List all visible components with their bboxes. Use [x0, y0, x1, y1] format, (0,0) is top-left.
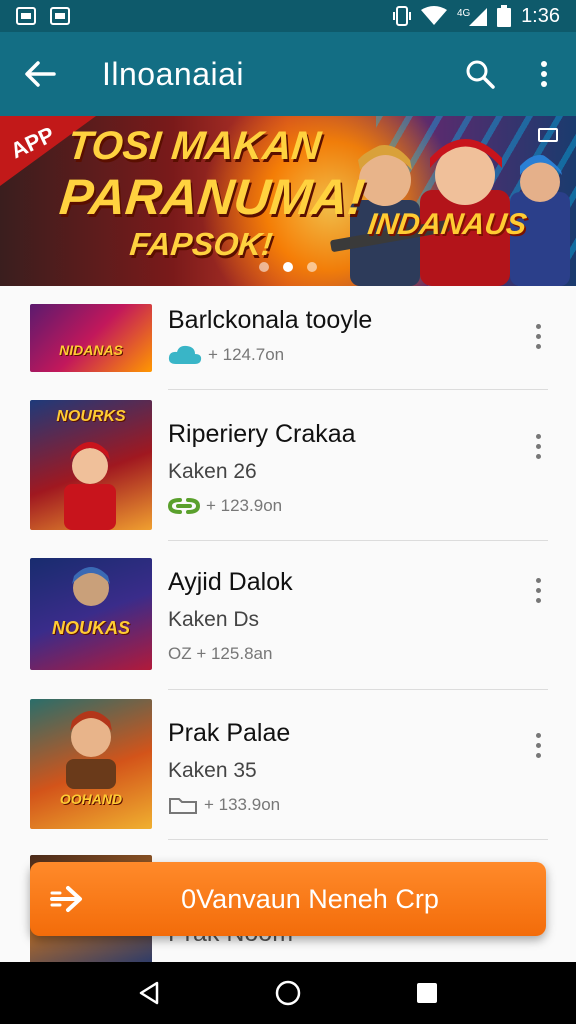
more-vert-icon[interactable] — [512, 32, 576, 116]
item-stats: + 124.7on — [208, 345, 285, 364]
item-subtitle: Kaken 35 — [168, 759, 257, 782]
carousel-dot-active[interactable] — [283, 262, 293, 272]
battery-icon — [497, 5, 512, 27]
picture-icon — [16, 7, 36, 25]
carousel-dot[interactable] — [259, 262, 269, 272]
nav-recents-icon[interactable] — [397, 962, 457, 1024]
item-subtitle: Kaken 26 — [168, 460, 257, 483]
svg-text:4G: 4G — [457, 8, 471, 19]
item-meta: + 133.9on — [168, 795, 280, 815]
banner-headline: TOSI MAKAN — [65, 124, 323, 168]
item-stats: + 133.9on — [204, 795, 281, 814]
banner-headline-2: PARANUMA! — [57, 169, 368, 225]
gallery-icon — [538, 128, 558, 142]
banner-logo: INDANAUS — [365, 208, 529, 241]
more-vert-icon[interactable] — [526, 725, 550, 765]
nav-back-icon[interactable] — [119, 962, 179, 1024]
item-title: Ayjid Dalok — [168, 568, 293, 596]
app-bar: Ilnoanaiai — [0, 32, 576, 116]
item-stats: OZ + 125.8an — [168, 644, 273, 663]
search-icon[interactable] — [448, 32, 512, 116]
item-stats: + 123.9on — [206, 496, 283, 515]
clock: 1:36 — [521, 4, 560, 27]
game-list: NIDANAS Barlckonala tooyle + 124.7on NOU… — [0, 286, 576, 962]
nav-home-icon[interactable] — [258, 962, 318, 1024]
primary-action-label: 0Vanvaun Neneh Crp — [181, 883, 439, 914]
arrow-back-icon[interactable] — [0, 32, 80, 116]
item-title: Prak Palae — [168, 719, 291, 747]
game-thumbnail: NOUKAS — [30, 558, 152, 670]
game-thumbnail: NOURKS — [30, 400, 152, 530]
notification-icon — [50, 7, 70, 25]
cloud-icon — [168, 345, 202, 364]
carousel-dot[interactable] — [307, 262, 317, 272]
promo-banner[interactable]: APP TOSI MAKAN PARANUMA! FAPSOK! INDANAU… — [0, 116, 576, 286]
list-item[interactable]: NOURKS Riperiery Crakaa Kaken 26 + 123.9… — [0, 390, 576, 541]
item-title: Riperiery Crakaa — [168, 420, 356, 448]
game-thumbnail: OOHAND — [30, 699, 152, 829]
status-bar: 4G 1:36 — [0, 0, 576, 32]
signal-icon: 4G — [457, 8, 488, 26]
page-title: Ilnoanaiai — [102, 55, 244, 92]
item-meta: + 123.9on — [168, 496, 282, 516]
item-meta: OZ + 125.8an — [168, 644, 272, 664]
arrow-forward-icon — [30, 862, 104, 936]
list-item[interactable]: OOHAND Prak Palae Kaken 35 + 133.9on — [0, 689, 576, 840]
vibrate-icon — [393, 6, 412, 26]
item-subtitle: Kaken Ds — [168, 608, 260, 631]
folder-icon — [169, 798, 197, 814]
game-thumbnail: NIDANAS — [30, 304, 152, 372]
carousel-dots[interactable] — [0, 262, 576, 272]
wifi-icon — [421, 6, 448, 25]
more-vert-icon[interactable] — [526, 316, 550, 356]
more-vert-icon[interactable] — [526, 426, 550, 466]
banner-headline-3: FAPSOK! — [128, 226, 275, 262]
link-icon — [168, 498, 200, 514]
more-vert-icon[interactable] — [526, 570, 550, 610]
system-nav-bar — [0, 962, 576, 1024]
list-item[interactable]: NOUKAS Ayjid Dalok Kaken Ds OZ + 125.8an — [0, 540, 576, 690]
item-meta: + 124.7on — [168, 344, 284, 366]
primary-action-button[interactable]: 0Vanvaun Neneh Crp — [30, 862, 546, 936]
item-title: Barlckonala tooyle — [168, 306, 373, 334]
